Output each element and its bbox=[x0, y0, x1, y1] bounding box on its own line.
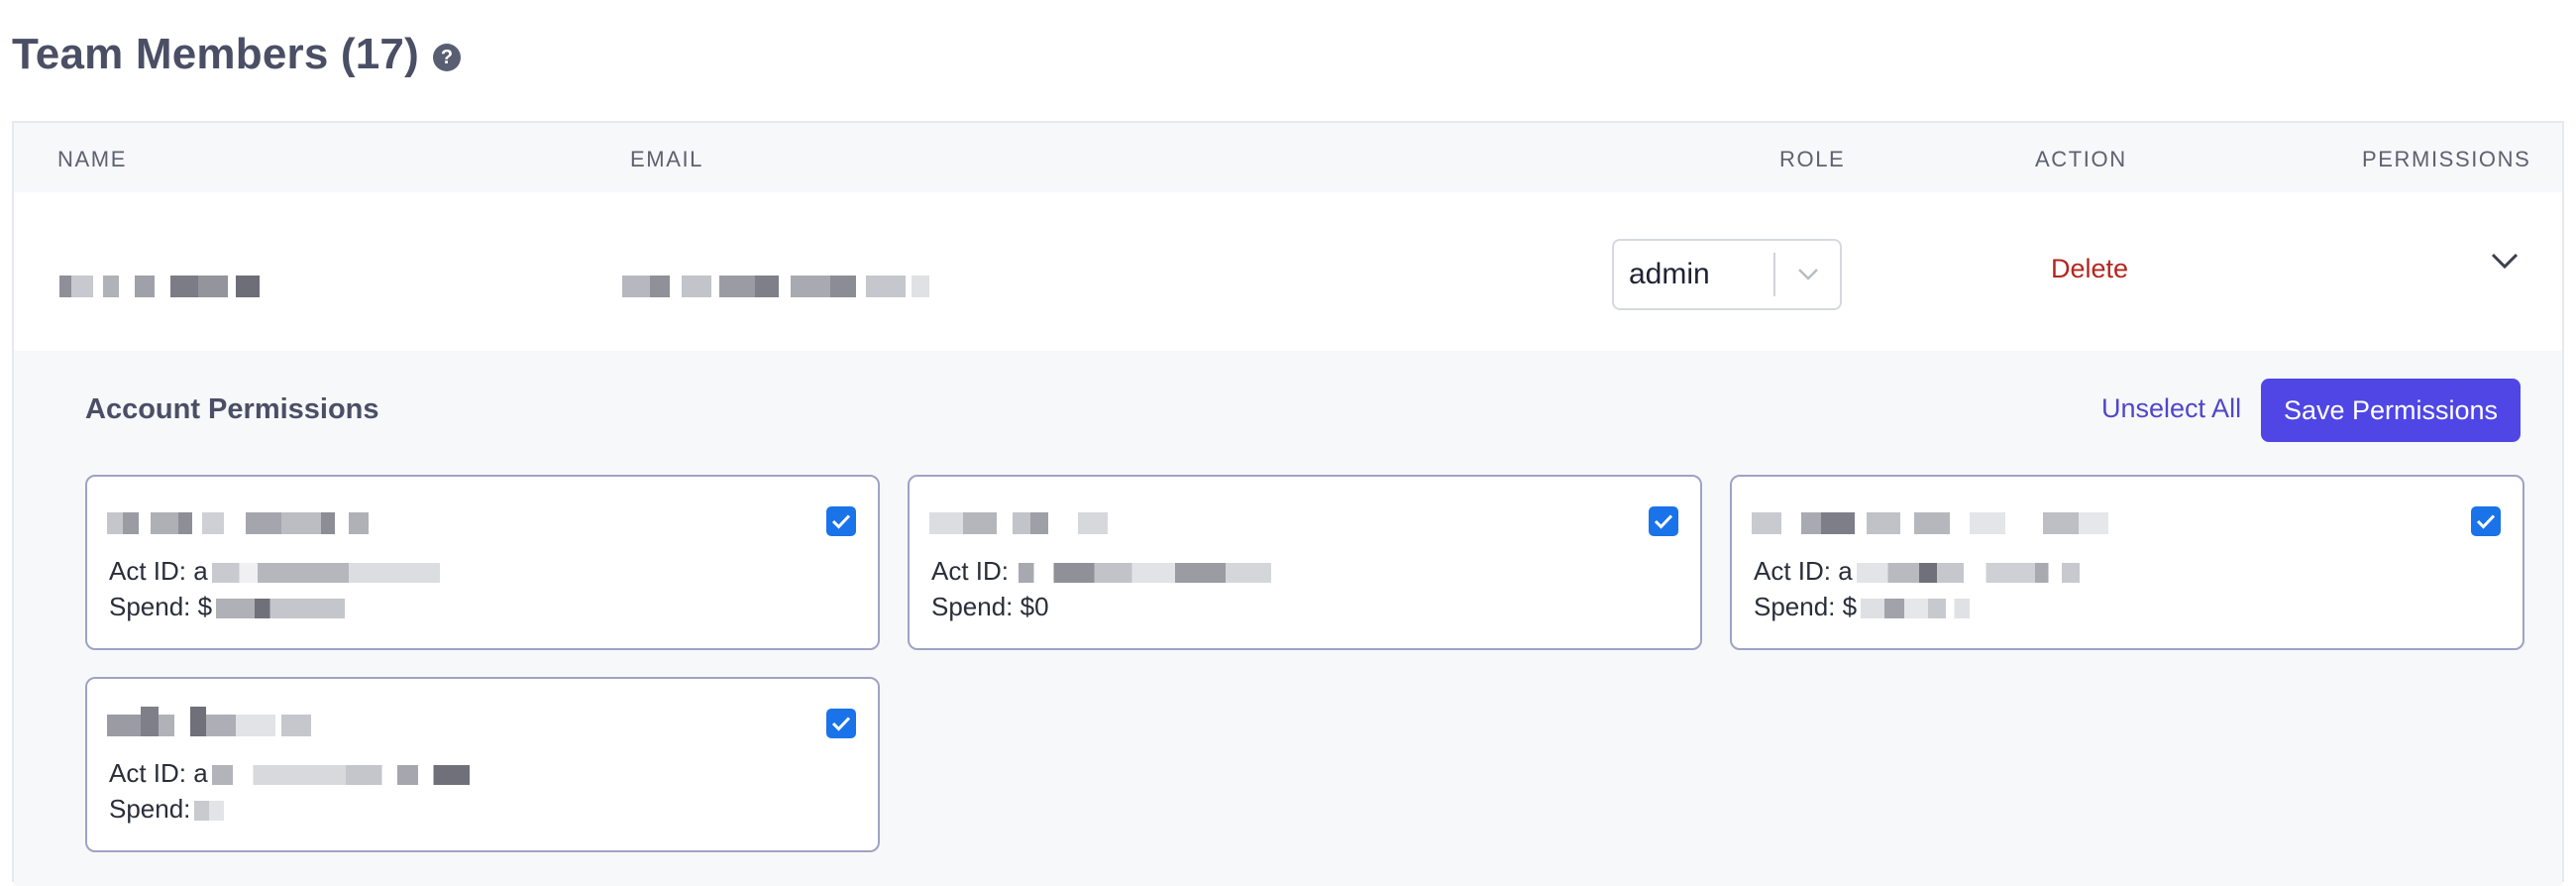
account-checkbox[interactable] bbox=[826, 709, 856, 738]
header-role: ROLE bbox=[1779, 147, 1846, 171]
team-members-table: NAME EMAIL ROLE ACTION PERMISSIONS admin… bbox=[12, 121, 2564, 886]
account-id-line: Act ID: a bbox=[109, 556, 440, 587]
account-spend-label: Spend: $ bbox=[109, 592, 213, 621]
account-permissions-panel: Account Permissions Unselect All Save Pe… bbox=[14, 351, 2562, 886]
account-id-label: Act ID: a bbox=[109, 556, 208, 586]
account-id-label: Act ID: a bbox=[1754, 556, 1853, 586]
chevron-down-icon[interactable] bbox=[1775, 268, 1840, 281]
account-id-redacted bbox=[1019, 563, 1272, 584]
role-select-value: admin bbox=[1629, 258, 1710, 290]
account-name-redacted bbox=[107, 707, 503, 736]
account-id-line: Act ID: a bbox=[1754, 556, 2080, 587]
account-spend-redacted bbox=[194, 801, 225, 822]
delete-button[interactable]: Delete bbox=[2051, 254, 2128, 284]
account-checkbox[interactable] bbox=[826, 506, 856, 536]
account-name-redacted bbox=[929, 512, 1326, 534]
account-card: Act ID: a Spend: $ bbox=[85, 475, 880, 650]
help-icon[interactable]: ? bbox=[432, 44, 461, 71]
account-checkbox[interactable] bbox=[2471, 506, 2501, 536]
save-permissions-button[interactable]: Save Permissions bbox=[2261, 379, 2521, 442]
account-spend-label: Spend: $0 bbox=[931, 592, 1049, 621]
account-spend-line: Spend: bbox=[109, 794, 225, 825]
account-id-redacted bbox=[1856, 563, 2080, 584]
account-name-redacted bbox=[107, 512, 503, 534]
table-row: admin Delete bbox=[14, 192, 2562, 352]
account-card: Act ID: a Spend: $ bbox=[1730, 475, 2524, 650]
account-spend-redacted bbox=[1861, 599, 1971, 619]
permissions-title: Account Permissions bbox=[85, 393, 379, 425]
account-spend-line: Spend: $ bbox=[109, 592, 346, 622]
account-id-label: Act ID: a bbox=[109, 758, 208, 788]
account-id-label: Act ID: bbox=[931, 556, 1010, 586]
account-spend-line: Spend: $ bbox=[1754, 592, 1971, 622]
page-header: Team Members (17) ? bbox=[12, 30, 461, 79]
account-spend-redacted bbox=[216, 599, 346, 619]
account-spend-line: Spend: $0 bbox=[931, 592, 1049, 622]
header-permissions: PERMISSIONS bbox=[2362, 147, 2531, 171]
account-spend-label: Spend: bbox=[109, 794, 191, 824]
account-spend-label: Spend: $ bbox=[1754, 592, 1858, 621]
account-card: Act ID: Spend: $0 bbox=[908, 475, 1702, 650]
page-title: Team Members (17) bbox=[12, 30, 419, 78]
table-header: NAME EMAIL ROLE ACTION PERMISSIONS bbox=[14, 123, 2562, 193]
header-action: ACTION bbox=[2035, 147, 2127, 171]
account-checkbox[interactable] bbox=[1649, 506, 1678, 536]
account-id-redacted bbox=[211, 563, 440, 584]
team-members-page: Team Members (17) ? NAME EMAIL ROLE ACTI… bbox=[0, 0, 2576, 886]
member-name-redacted bbox=[59, 276, 268, 297]
member-email-redacted bbox=[622, 276, 939, 297]
expand-permissions-chevron-icon[interactable] bbox=[2491, 252, 2519, 275]
account-id-line: Act ID: bbox=[931, 556, 1272, 587]
header-email: EMAIL bbox=[630, 147, 704, 171]
header-name: NAME bbox=[57, 147, 127, 171]
account-card: Act ID: a Spend: bbox=[85, 677, 880, 852]
account-name-redacted bbox=[1752, 512, 2148, 534]
unselect-all-link[interactable]: Unselect All bbox=[2101, 393, 2241, 424]
account-id-redacted bbox=[211, 765, 470, 786]
role-select[interactable]: admin bbox=[1612, 239, 1842, 310]
account-id-line: Act ID: a bbox=[109, 758, 470, 789]
